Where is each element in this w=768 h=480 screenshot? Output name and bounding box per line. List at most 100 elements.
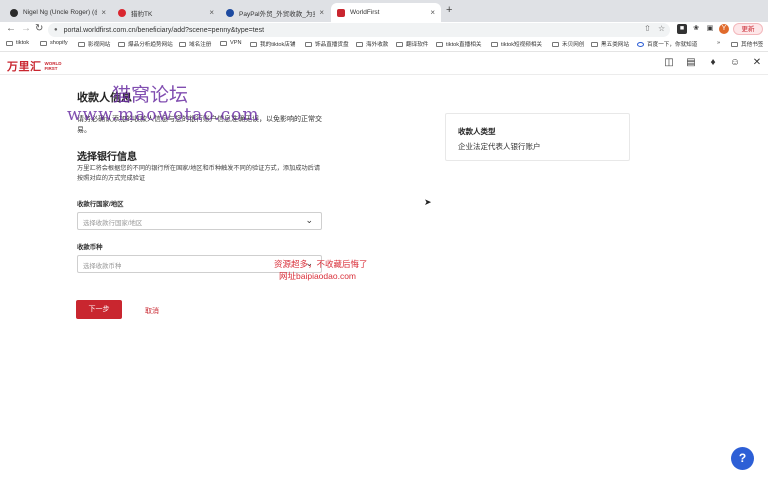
forward-icon[interactable]: → [21, 23, 31, 34]
cancel-button[interactable]: 取消 [145, 306, 159, 316]
folder-icon [179, 41, 186, 47]
tab-title: WorldFirst [350, 9, 380, 16]
extension-icon[interactable]: ■ [677, 24, 687, 34]
folder-icon [552, 41, 559, 47]
folder-icon [6, 40, 13, 46]
bookmark-label: 饰品直播货盘 [315, 42, 349, 48]
share-icon[interactable]: ⇧ [644, 24, 651, 33]
puzzle-icon[interactable]: ❀ [691, 24, 701, 34]
bank-section-description: 万里汇将会根据您的不同的银行所在国家/地区和币种触发不同的验证方式，添加成功后请… [77, 165, 321, 182]
bookmark-item[interactable]: tiktok直播相关 [436, 40, 481, 48]
bookmark-item[interactable]: tiktok [6, 40, 29, 46]
bookmark-label: 百度一下，你就知道 [647, 42, 698, 48]
folder-icon [40, 40, 47, 46]
lock-icon: ● [54, 27, 58, 33]
currency-label: 收款币种 [77, 244, 103, 251]
bookmark-label: VPN [230, 40, 242, 46]
bookmark-label: 海外收款 [366, 42, 389, 48]
inbox-icon[interactable]: ◫ [663, 57, 675, 69]
bookmark-label: shopify [50, 40, 68, 46]
bookmark-item[interactable]: VPN [220, 40, 242, 46]
folder-icon [436, 41, 443, 47]
tab-paypal[interactable]: PayPal外贸_外贸收款_为卖家提 × [220, 3, 330, 22]
mouse-cursor-icon: ➤ [424, 197, 432, 207]
logo-en-line2: FIRST [44, 66, 58, 71]
bookmarks-overflow-icon[interactable]: » [717, 40, 720, 46]
profile-avatar[interactable]: Y [719, 24, 729, 34]
logo-text-en: WORLD FIRST [45, 61, 62, 71]
folder-icon [356, 41, 363, 47]
folder-icon [396, 41, 403, 47]
bookmark-item[interactable]: 海外收款 [356, 40, 388, 48]
tab-title: PayPal外贸_外贸收款_为卖家提 [239, 10, 315, 18]
tab-worldfirst[interactable]: WorldFirst × [331, 3, 441, 22]
bookmark-label: tiktok [16, 40, 30, 46]
close-icon[interactable]: ✕ [751, 57, 763, 69]
worldfirst-favicon-icon [337, 8, 345, 17]
folder-icon [305, 41, 312, 47]
beneficiary-type-card: 收款人类型 企业法定代表人银行账户 [445, 113, 630, 161]
back-icon[interactable]: ← [6, 23, 16, 34]
sidepanel-icon[interactable]: ▣ [705, 24, 715, 34]
bookmark-item[interactable]: 饰品直播货盘 [305, 40, 349, 48]
bookmark-label: 域名注册 [189, 42, 212, 48]
bookmark-label: 翻译软件 [406, 42, 429, 48]
tab-lietao-tk[interactable]: 猎豹TK × [112, 3, 220, 22]
next-step-button[interactable]: 下一步 [76, 300, 122, 319]
bookmark-label: 禾贝网创 [562, 42, 585, 48]
folder-icon [591, 41, 598, 47]
bookmark-label: tiktok直播相关 [446, 42, 482, 48]
bookmark-item[interactable]: 爆品分析趋势网站 [118, 40, 173, 48]
currency-placeholder: 选择收款币种 [83, 263, 122, 270]
new-tab-icon[interactable]: + [446, 4, 452, 16]
bookmark-item[interactable]: 我的tiktok店铺 [250, 40, 295, 48]
paypal-favicon-icon [226, 8, 234, 17]
url-text: portal.worldfirst.com.cn/beneficiary/add… [63, 26, 265, 34]
tab-title: 猎豹TK [131, 10, 153, 18]
worldfirst-logo[interactable]: 万里汇 WORLD FIRST [7, 58, 62, 74]
reload-icon[interactable]: ↻ [35, 23, 43, 34]
close-tab-icon[interactable]: × [430, 8, 435, 17]
bookmarks-bar: tiktok shopify 影视网站 爆品分析趋势网站 域名注册 VPN 我的… [0, 38, 768, 52]
bookmark-item[interactable]: 翻译软件 [396, 40, 428, 48]
bookmark-star-icon[interactable]: ☆ [658, 24, 665, 33]
chevron-down-icon: ⌄ [305, 215, 313, 225]
country-select[interactable]: 选择收款行国家/地区 ⌄ [77, 212, 322, 230]
close-tab-icon[interactable]: × [101, 8, 106, 17]
update-button[interactable]: 更新 [733, 23, 763, 35]
watermark-forum-url: www.maowotao.com [67, 105, 260, 125]
url-input[interactable]: ● portal.worldfirst.com.cn/beneficiary/a… [48, 23, 670, 37]
bookmark-item[interactable]: 影视网站 [78, 40, 110, 48]
watermark-forum-name: 猫窝论坛 [112, 84, 189, 106]
bookmark-item[interactable]: tiktok短视频相关 [491, 40, 542, 48]
country-label: 收款行国家/地区 [77, 201, 124, 208]
folder-icon [731, 41, 738, 47]
bookmark-item[interactable]: 其他书签 [731, 40, 763, 48]
bookmark-item[interactable]: shopify [40, 40, 68, 46]
folder-icon [118, 41, 125, 47]
bookmark-label: tiktok短视频相关 [501, 42, 543, 48]
bookmark-item[interactable]: 域名注册 [179, 40, 211, 48]
bell-icon[interactable]: ♦ [707, 57, 719, 69]
main-content: 收款人信息 请务必确认添加的收款人信息与您的银行账户信息准确无误，以免影响的正常… [0, 76, 768, 480]
bookmark-label: 黑五类网站 [601, 42, 629, 48]
bookmark-label: 影视网站 [88, 42, 111, 48]
folder-icon [491, 41, 498, 47]
close-tab-icon[interactable]: × [319, 8, 324, 17]
app-header: 万里汇 WORLD FIRST [0, 53, 768, 75]
bank-section-title: 选择银行信息 [77, 152, 137, 163]
bookmark-label: 我的tiktok店铺 [260, 42, 296, 48]
help-button[interactable]: ? [731, 447, 754, 470]
site-favicon-icon [118, 8, 126, 17]
bookmark-label: 其他书签 [741, 42, 764, 48]
folder-icon [78, 41, 85, 47]
bookmark-item[interactable]: 禾贝网创 [552, 40, 584, 48]
browser-tab-strip: Nigel Ng (Uncle Roger) (@mr × 猎豹TK × Pay… [0, 0, 768, 22]
user-icon[interactable]: ☺ [729, 57, 741, 69]
gift-icon[interactable]: ▤ [685, 57, 697, 69]
bookmark-item[interactable]: 黑五类网站 [591, 40, 629, 48]
tab-uncle-roger[interactable]: Nigel Ng (Uncle Roger) (@mr × [4, 3, 112, 22]
country-placeholder: 选择收款行国家/地区 [83, 220, 143, 227]
bookmark-item[interactable]: 百度一下，你就知道 [637, 40, 697, 48]
close-tab-icon[interactable]: × [209, 8, 214, 17]
